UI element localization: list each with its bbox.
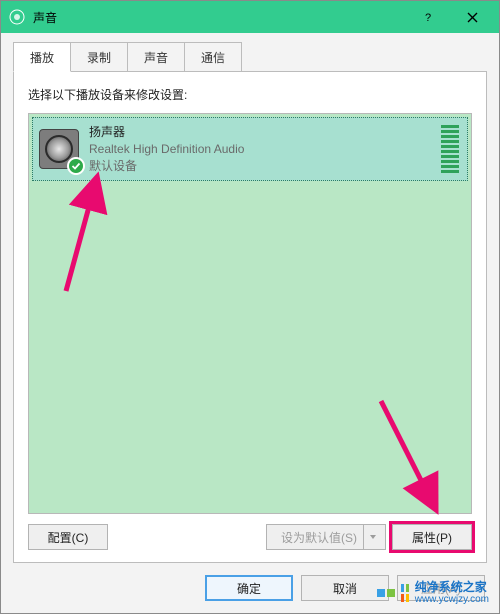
- sound-dialog: 声音 ? 播放 录制 声音 通信 选择以下播放设备来修改设置:: [0, 0, 500, 614]
- button-label: 属性(P): [412, 529, 452, 546]
- device-list[interactable]: 扬声器 Realtek High Definition Audio 默认设备: [28, 113, 472, 514]
- button-label: 确定: [237, 580, 261, 597]
- device-driver: Realtek High Definition Audio: [89, 141, 431, 158]
- button-label: 设为默认值(S): [281, 529, 357, 546]
- tab-recording[interactable]: 录制: [70, 42, 128, 71]
- button-label: 配置(C): [48, 529, 89, 546]
- watermark-text: 纯净系统之家 www.ycwjzy.com: [415, 581, 489, 605]
- tab-label: 录制: [87, 51, 111, 65]
- watermark-logo-icon: [401, 584, 409, 602]
- watermark: 纯净系统之家 www.ycwjzy.com: [373, 579, 493, 607]
- tab-playback[interactable]: 播放: [13, 42, 71, 72]
- configure-button[interactable]: 配置(C): [28, 524, 108, 550]
- device-item[interactable]: 扬声器 Realtek High Definition Audio 默认设备: [32, 117, 468, 181]
- dialog-body: 播放 录制 声音 通信 选择以下播放设备来修改设置:: [1, 33, 499, 613]
- close-button[interactable]: [450, 1, 495, 33]
- device-name: 扬声器: [89, 124, 431, 141]
- ok-button[interactable]: 确定: [205, 575, 293, 601]
- window-title: 声音: [33, 9, 405, 26]
- tab-communications[interactable]: 通信: [184, 42, 242, 71]
- button-label: 取消: [333, 580, 357, 597]
- set-default-button[interactable]: 设为默认值(S): [266, 524, 386, 550]
- tab-panel-playback: 选择以下播放设备来修改设置: 扬声器 Realtek High Definiti…: [13, 71, 487, 563]
- device-icon-wrap: [39, 129, 79, 169]
- watermark-brand: 纯净系统之家: [415, 581, 489, 594]
- device-status: 默认设备: [89, 158, 431, 175]
- watermark-logo-icon: [377, 589, 395, 597]
- panel-hint: 选择以下播放设备来修改设置:: [28, 86, 472, 103]
- chevron-down-icon: [363, 525, 381, 549]
- tabstrip: 播放 录制 声音 通信: [13, 43, 487, 71]
- watermark-url: www.ycwjzy.com: [415, 594, 489, 605]
- level-meter: [441, 125, 461, 173]
- titlebar: 声音 ?: [1, 1, 499, 33]
- panel-buttons: 配置(C) 设为默认值(S) 属性(P): [28, 524, 472, 550]
- default-check-icon: [67, 157, 85, 175]
- tab-label: 播放: [30, 51, 54, 65]
- tab-label: 声音: [144, 51, 168, 65]
- properties-button[interactable]: 属性(P): [392, 524, 472, 550]
- tab-label: 通信: [201, 51, 225, 65]
- device-text: 扬声器 Realtek High Definition Audio 默认设备: [89, 124, 431, 174]
- sound-app-icon: [9, 9, 25, 25]
- help-button[interactable]: ?: [405, 1, 450, 33]
- tab-sounds[interactable]: 声音: [127, 42, 185, 71]
- svg-text:?: ?: [424, 12, 430, 23]
